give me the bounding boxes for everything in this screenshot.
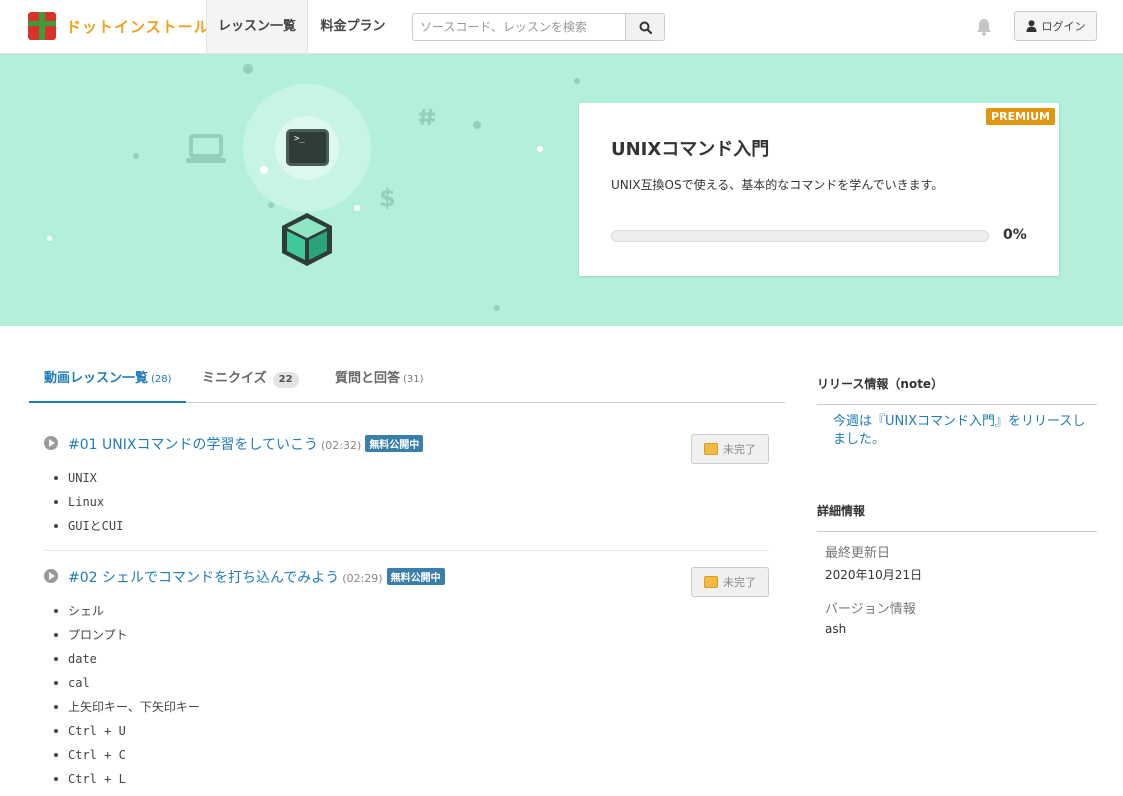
decor-dot xyxy=(537,146,543,152)
decor-dot xyxy=(473,121,481,129)
site-logo[interactable]: ドットインストール xyxy=(28,12,210,40)
completion-button[interactable]: 未完了 xyxy=(691,567,769,597)
last-updated-label: 最終更新日 xyxy=(825,546,891,561)
version-value: ash xyxy=(825,622,847,636)
play-icon[interactable] xyxy=(44,569,58,583)
topic-item: Ctrl + C xyxy=(54,746,200,770)
lesson-title-row: #02 シェルでコマンドを打ち込んでみよう (02:29) 無料公開中 xyxy=(68,567,445,587)
topic-list: UNIX Linux GUIとCUI xyxy=(54,469,123,541)
topic-item: UNIX xyxy=(54,469,123,493)
tab-count-badge: 22 xyxy=(272,372,299,388)
logo-text: ドットインストール xyxy=(66,17,210,36)
lesson-tabs: 動画レッスン一覧 (28) ミニクイズ 22 質問と回答 (31) xyxy=(29,356,785,403)
last-updated-value: 2020年10月21日 xyxy=(825,568,923,582)
premium-badge: PREMIUM xyxy=(986,108,1055,125)
tab-qa[interactable]: 質問と回答 (31) xyxy=(335,356,424,403)
tab-label: 動画レッスン一覧 xyxy=(44,371,149,386)
release-info-link[interactable]: 今週は『UNIXコマンド入門』をリリースしました。 xyxy=(833,413,1091,449)
topic-item: Ctrl + L xyxy=(54,770,200,794)
tab-label: 質問と回答 xyxy=(335,371,401,386)
topic-item: 上矢印キー、下矢印キー xyxy=(54,698,200,722)
login-label: ログイン xyxy=(1041,20,1086,33)
progress-label: 0% xyxy=(1003,227,1027,243)
lesson-duration: (02:32) xyxy=(321,439,362,452)
detail-info-heading: 詳細情報 xyxy=(817,502,1097,532)
topic-item: cal xyxy=(54,674,200,698)
free-badge: 無料公開中 xyxy=(365,435,424,452)
cube-icon xyxy=(282,213,332,266)
box-icon xyxy=(704,443,718,455)
hash-icon xyxy=(419,108,435,126)
tab-mini-quiz[interactable]: ミニクイズ 22 xyxy=(202,356,299,403)
topic-item: GUIとCUI xyxy=(54,517,123,541)
tab-video-lessons[interactable]: 動画レッスン一覧 (28) xyxy=(29,356,186,403)
completion-label: 未完了 xyxy=(723,443,756,456)
user-icon xyxy=(1026,20,1036,32)
tab-label: ミニクイズ xyxy=(202,371,267,386)
completion-label: 未完了 xyxy=(723,576,756,589)
decor-dot xyxy=(133,153,139,159)
topic-item: date xyxy=(54,650,200,674)
free-badge: 無料公開中 xyxy=(386,568,445,585)
decor-dot xyxy=(574,78,580,84)
progress-bar xyxy=(611,230,989,242)
topic-list: シェル プロンプト date cal 上矢印キー、下矢印キー Ctrl + U … xyxy=(54,602,200,794)
course-info-card: PREMIUM UNIXコマンド入門 UNIX互換OSで使える、基本的なコマンド… xyxy=(579,103,1059,276)
gift-logo-icon xyxy=(28,12,56,40)
completion-button[interactable]: 未完了 xyxy=(691,434,769,464)
topic-item: Ctrl + U xyxy=(54,722,200,746)
course-title: UNIXコマンド入門 xyxy=(611,139,770,160)
svg-text:$: $ xyxy=(379,184,396,210)
login-button[interactable]: ログイン xyxy=(1014,11,1097,41)
lesson-title-link[interactable]: #01 UNIXコマンドの学習をしていこう xyxy=(68,437,318,453)
release-info-heading: リリース情報（note） xyxy=(817,375,1097,405)
search-input[interactable] xyxy=(413,14,625,40)
lesson-item: #01 UNIXコマンドの学習をしていこう (02:32) 無料公開中 未完了 UN… xyxy=(44,432,769,551)
box-icon xyxy=(704,576,718,588)
decor-dot xyxy=(260,166,268,174)
topic-item: プロンプト xyxy=(54,626,200,650)
terminal-icon: >_ xyxy=(286,129,329,166)
dollar-icon: $ xyxy=(379,184,396,210)
laptop-icon xyxy=(186,134,226,163)
tab-count: (31) xyxy=(403,374,424,385)
lesson-duration: (02:29) xyxy=(342,572,383,585)
decor-dot xyxy=(494,305,500,311)
course-hero: $ >_ PREMIUM UNIXコマンド入門 UNIX互換OSで使える、基本的… xyxy=(0,54,1123,326)
site-header: ドットインストール レッスン一覧 料金プラン ログイン xyxy=(0,0,1123,54)
search-icon xyxy=(639,21,652,34)
course-description: UNIX互換OSで使える、基本的なコマンドを学んでいきます。 xyxy=(611,178,944,192)
search-button[interactable] xyxy=(625,14,664,40)
lesson-title-link[interactable]: #02 シェルでコマンドを打ち込んでみよう xyxy=(68,570,339,586)
decor-dot xyxy=(354,205,360,211)
play-icon[interactable] xyxy=(44,436,58,450)
decor-dot xyxy=(243,64,253,74)
topic-item: シェル xyxy=(54,602,200,626)
bell-icon[interactable] xyxy=(976,18,992,36)
version-label: バージョン情報 xyxy=(825,602,916,617)
nav-pricing[interactable]: 料金プラン xyxy=(308,0,398,53)
lesson-title-row: #01 UNIXコマンドの学習をしていこう (02:32) 無料公開中 xyxy=(68,434,424,454)
search-box xyxy=(412,13,665,41)
decor-dot xyxy=(47,236,52,241)
nav-lessons[interactable]: レッスン一覧 xyxy=(206,0,308,53)
topic-item: Linux xyxy=(54,493,123,517)
tab-count: (28) xyxy=(151,374,172,385)
